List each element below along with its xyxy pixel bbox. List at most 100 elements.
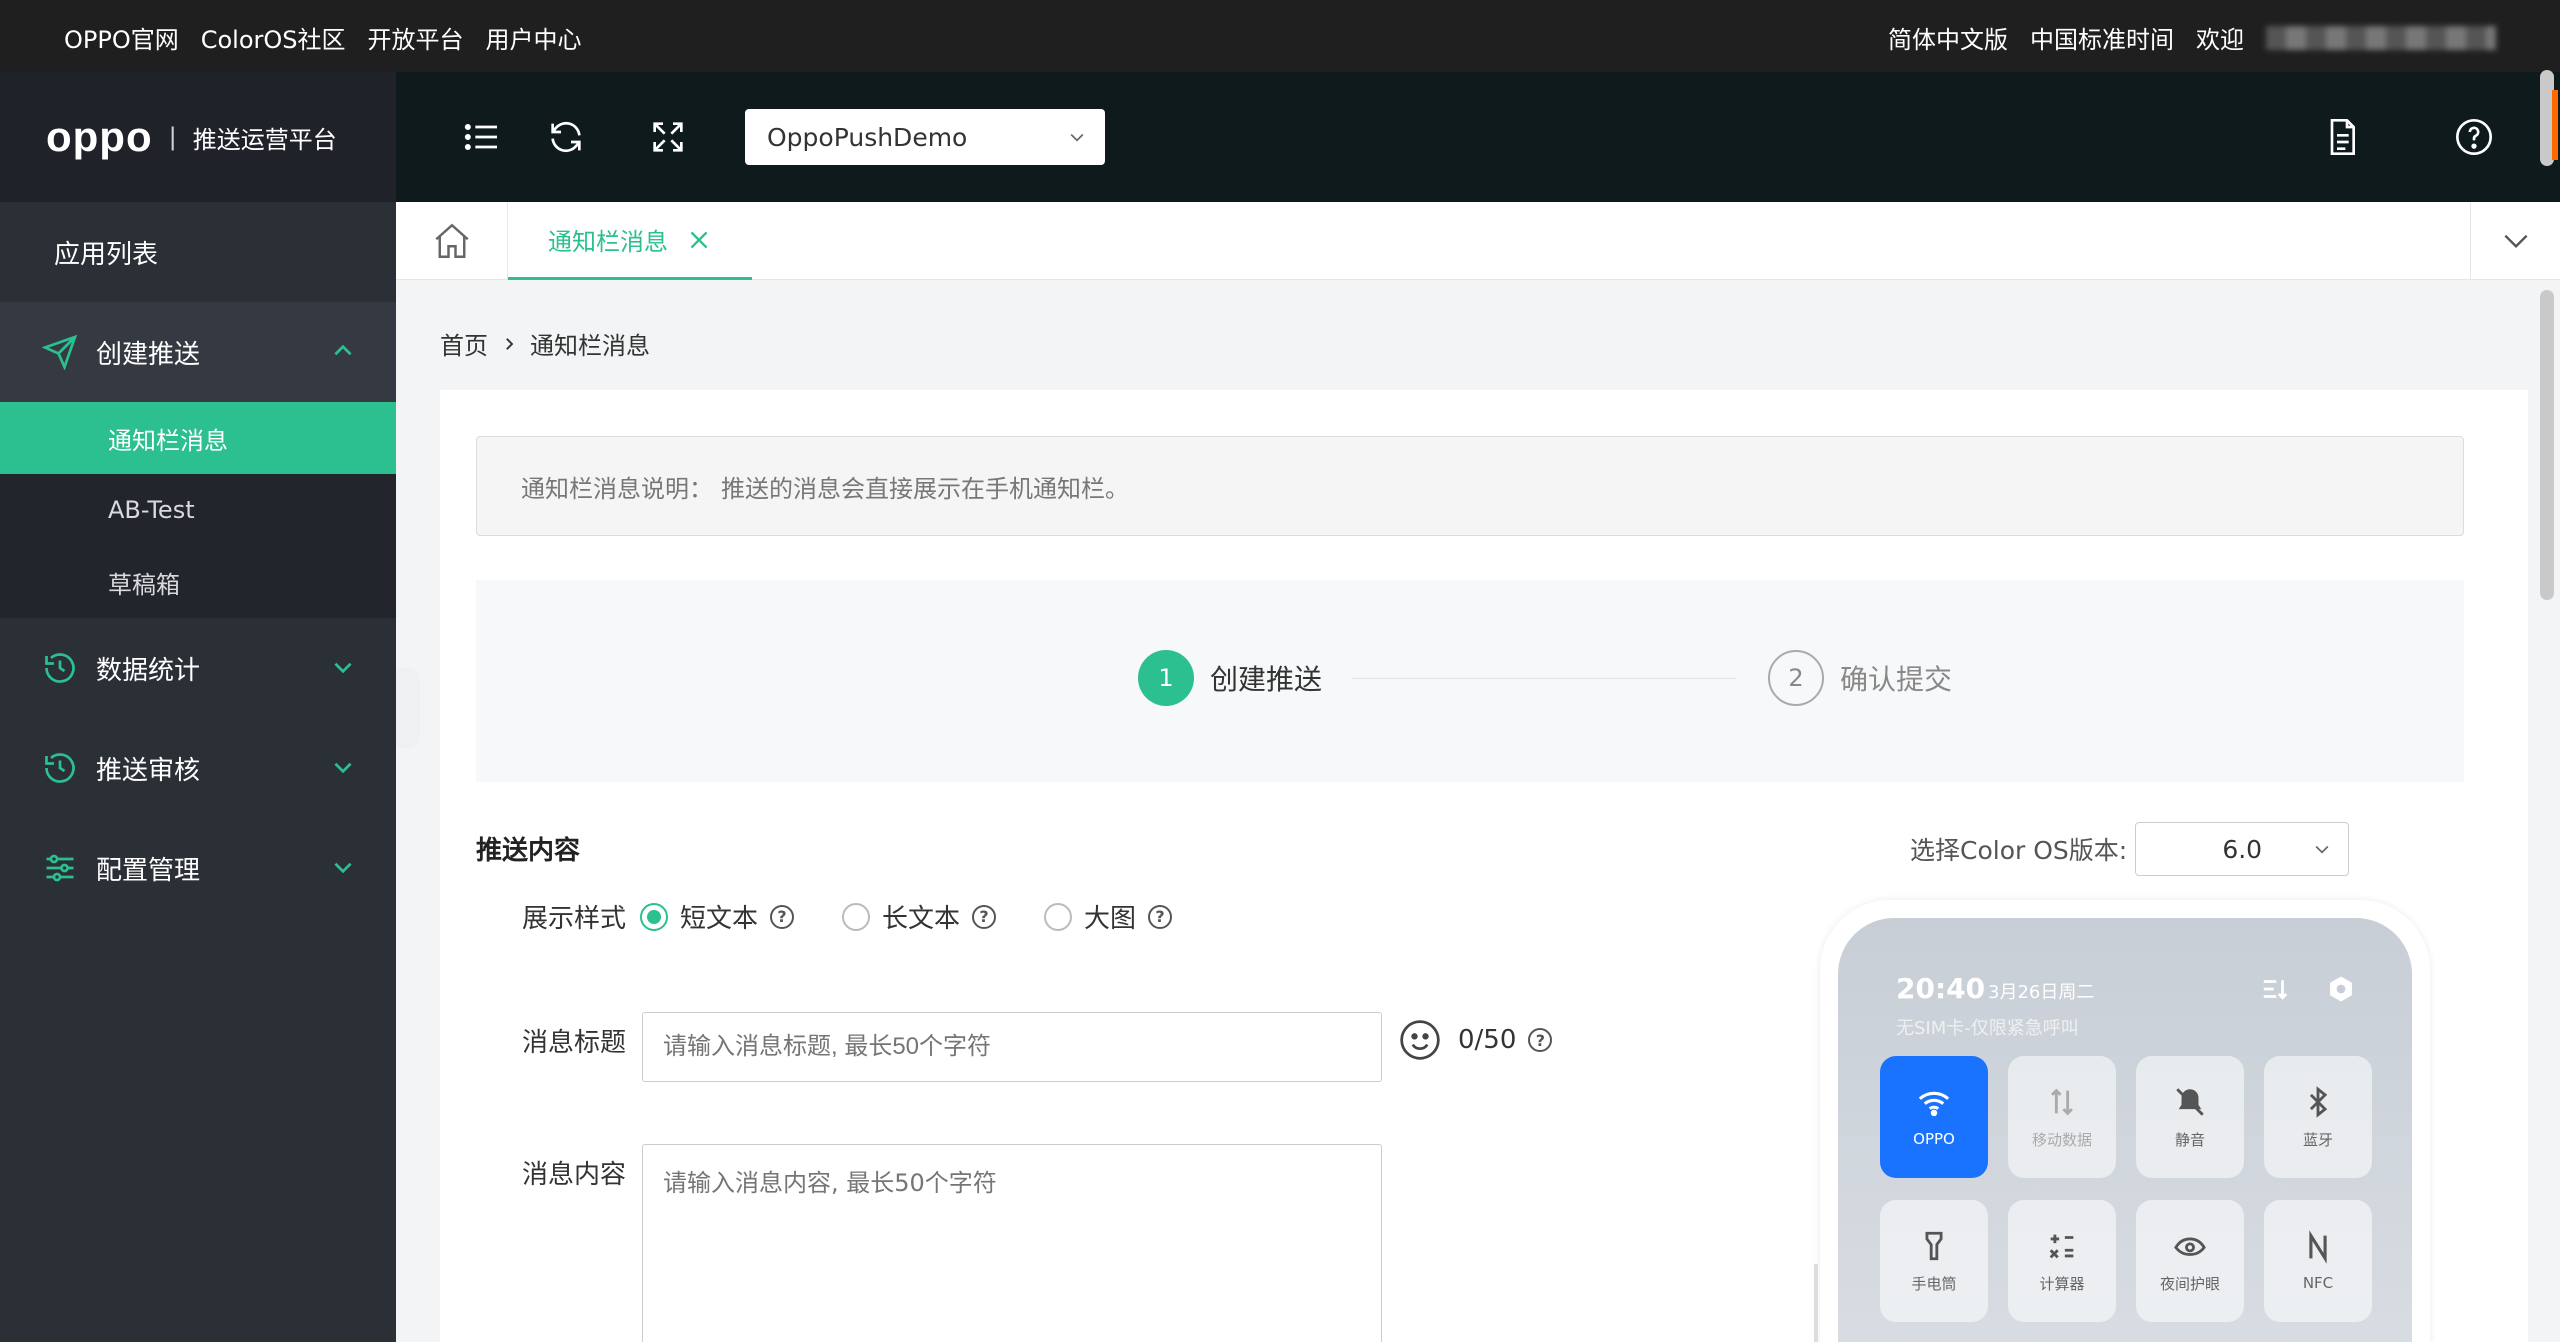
tab-label: 通知栏消息 <box>548 228 668 256</box>
app-select[interactable]: OppoPushDemo <box>745 109 1105 165</box>
radio-label[interactable]: 短文本 <box>680 898 758 935</box>
link-user-center[interactable]: 用户中心 <box>486 20 582 55</box>
sidebar: oppo | 推送运营平台 应用列表 创建推送 通知栏消息 AB-Test 草稿… <box>0 72 396 1342</box>
step-connector <box>1352 678 1736 679</box>
section-title: 推送内容 <box>476 836 581 866</box>
radio-label[interactable]: 长文本 <box>882 898 960 935</box>
sidebar-group-label: 推送审核 <box>96 755 201 786</box>
refresh-icon[interactable] <box>546 117 586 157</box>
preview-scrollbar[interactable] <box>1814 1264 1818 1342</box>
tile-label: 手电筒 <box>1911 1274 1957 1293</box>
home-icon <box>434 223 469 258</box>
tab-notification[interactable]: 通知栏消息 <box>508 202 752 280</box>
link-coloros-community[interactable]: ColorOS社区 <box>201 20 346 55</box>
top-links: OPPO官网 ColorOS社区 开放平台 用户中心 <box>64 20 582 55</box>
header-bar: OppoPushDemo <box>396 72 2560 202</box>
welcome-text: 欢迎 <box>2196 26 2244 54</box>
step-number: 2 <box>1768 650 1824 706</box>
phone-sim-status: 无SIM卡-仅限紧急呼叫 <box>1896 1018 2079 1039</box>
help-icon[interactable]: ? <box>1148 904 1173 929</box>
tile-nfc: NFC <box>2264 1200 2372 1322</box>
help-icon[interactable]: ? <box>972 904 997 929</box>
mobile-data-icon <box>2051 1088 2073 1115</box>
tile-flashlight: 手电筒 <box>1880 1200 1988 1322</box>
os-version-value: 6.0 <box>2222 834 2263 864</box>
help-icon[interactable]: ? <box>1528 1028 1553 1052</box>
tile-mobile-data: 移动数据 <box>2008 1056 2116 1178</box>
bell-off-icon <box>2176 1087 2204 1116</box>
notice-label: 通知栏消息说明： <box>521 474 713 503</box>
content-label: 消息内容 <box>522 1160 627 1190</box>
content-scrollbar[interactable] <box>2540 290 2554 600</box>
content-input[interactable] <box>642 1144 1382 1342</box>
breadcrumb-home[interactable]: 首页 <box>440 326 488 361</box>
chevron-down-icon <box>334 662 352 674</box>
tile-calculator: 计算器 <box>2008 1200 2116 1322</box>
title-counter: 0/50 ? <box>1398 1018 1553 1062</box>
tile-label: 静音 <box>2174 1130 2205 1149</box>
platform-name: 推送运营平台 <box>192 125 337 154</box>
sidebar-item-ab-test[interactable]: AB-Test <box>0 474 396 546</box>
history-icon <box>45 653 75 683</box>
tile-label: 移动数据 <box>2031 1130 2092 1149</box>
close-icon[interactable] <box>686 227 712 253</box>
fullscreen-icon[interactable] <box>648 117 688 157</box>
os-version-select[interactable]: 6.0 <box>2135 822 2350 876</box>
step-label: 确认提交 <box>1840 663 1953 696</box>
top-right: 简体中文版 中国标准时间 欢迎 <box>1888 20 2496 55</box>
steps: 1 创建推送 2 确认提交 <box>476 580 2464 782</box>
style-label: 展示样式 <box>522 904 627 934</box>
sidebar-collapse-handle[interactable] <box>396 668 420 748</box>
tile-eye-care: 夜间护眼 <box>2136 1200 2244 1322</box>
step-number: 1 <box>1138 650 1194 706</box>
scroll-indicator <box>2552 90 2558 160</box>
chevron-down-icon <box>2315 845 2329 854</box>
radio-label[interactable]: 大图 <box>1084 898 1136 935</box>
radio-short-text[interactable] <box>640 902 668 931</box>
tab-bar: 通知栏消息 <box>396 202 2560 280</box>
tile-label: 夜间护眼 <box>2159 1274 2220 1293</box>
title-input[interactable] <box>642 1012 1382 1082</box>
edit-list-icon <box>2263 980 2288 1000</box>
menu-icon[interactable] <box>462 117 502 157</box>
tab-home[interactable] <box>396 202 508 280</box>
title-label: 消息标题 <box>522 1028 627 1058</box>
link-oppo-official[interactable]: OPPO官网 <box>64 20 179 55</box>
eye-icon <box>2174 1236 2206 1256</box>
sidebar-group-label: 配置管理 <box>96 855 201 886</box>
link-open-platform[interactable]: 开放平台 <box>368 20 464 55</box>
tile-label: 蓝牙 <box>2302 1130 2333 1149</box>
phone-screen: 20:40 3月26日周二 无SIM卡-仅限紧急呼叫 OPPO 移动数据 静音 … <box>1838 918 2412 1342</box>
radio-big-image[interactable] <box>1044 902 1073 931</box>
sidebar-group-label: 创建推送 <box>96 339 201 370</box>
step-confirm: 2 确认提交 <box>1768 650 1952 706</box>
step-create: 1 创建推送 <box>1138 650 1322 706</box>
document-icon[interactable] <box>2322 117 2362 157</box>
sidebar-group-label: 数据统计 <box>96 655 201 686</box>
sidebar-group-config[interactable]: 配置管理 <box>0 818 396 918</box>
language-switch[interactable]: 简体中文版 <box>1888 20 2008 55</box>
chevron-down-icon <box>334 862 352 874</box>
app-select-value: OppoPushDemo <box>767 122 968 152</box>
tile-label: 计算器 <box>2039 1274 2085 1293</box>
notice-box: 通知栏消息说明： 推送的消息会直接展示在手机通知栏。 <box>476 436 2464 536</box>
radio-long-text[interactable] <box>842 902 871 931</box>
emoji-icon[interactable] <box>1398 1018 1442 1062</box>
sidebar-group-statistics[interactable]: 数据统计 <box>0 618 396 718</box>
help-icon[interactable] <box>2454 117 2494 157</box>
sidebar-item-notification[interactable]: 通知栏消息 <box>0 402 396 474</box>
calculator-icon <box>2049 1234 2074 1258</box>
tab-more[interactable] <box>2470 202 2560 280</box>
content-card: 通知栏消息说明： 推送的消息会直接展示在手机通知栏。 1 创建推送 2 确认提交… <box>440 390 2528 1342</box>
chevron-up-icon <box>334 344 352 356</box>
sidebar-item-app-list[interactable]: 应用列表 <box>0 202 396 302</box>
top-bar: OPPO官网 ColorOS社区 开放平台 用户中心 简体中文版 中国标准时间 … <box>0 0 2560 72</box>
tile-bluetooth: 蓝牙 <box>2264 1056 2372 1178</box>
sidebar-item-drafts[interactable]: 草稿箱 <box>0 546 396 618</box>
sidebar-group-create-push[interactable]: 创建推送 <box>0 302 396 402</box>
help-icon[interactable]: ? <box>770 904 795 929</box>
breadcrumb-current: 通知栏消息 <box>530 332 650 360</box>
notice-text: 推送的消息会直接展示在手机通知栏。 <box>721 474 1129 503</box>
chevron-down-icon <box>2503 234 2528 249</box>
sidebar-group-review[interactable]: 推送审核 <box>0 718 396 818</box>
